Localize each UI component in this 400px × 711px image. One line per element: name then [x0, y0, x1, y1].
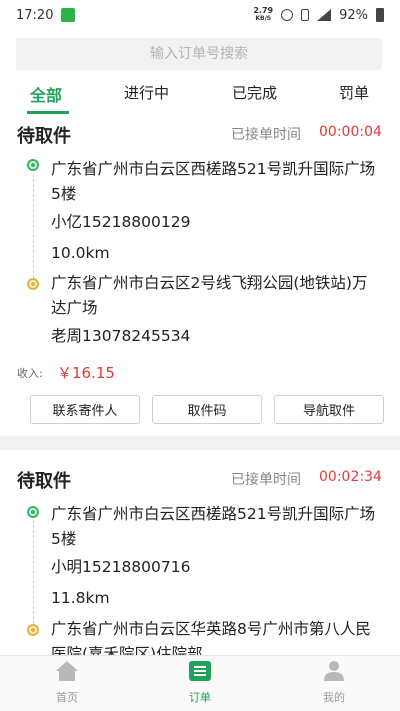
accepted-time: 00:00:04	[319, 124, 382, 140]
order-card[interactable]: 待取件 已接单时间 00:02:34 广东省广州市白云区西槎路521号凯升国际广…	[0, 450, 400, 655]
pickup-address: 广东省广州市白云区西槎路521号凯升国际广场5楼	[51, 505, 376, 548]
distance: 11.8km	[51, 589, 110, 607]
signal-icon	[317, 9, 332, 21]
order-tabs: 全部 进行中 已完成 罚单	[0, 76, 400, 116]
nav-home[interactable]: 首页	[37, 660, 97, 705]
income-label: 收入:	[17, 367, 43, 380]
dropoff-address: 广东省广州市白云区华英路8号广州市第八人民医院(嘉禾院区)住院部	[51, 620, 371, 655]
order-status: 待取件	[17, 471, 71, 492]
dropoff-contact: 老周13078245534	[51, 327, 191, 345]
battery-percent: 92%	[339, 7, 368, 23]
status-right: 2.79 KB/S 92%	[253, 7, 384, 23]
pickup-dot-icon	[27, 506, 39, 518]
net-speed-value: 2.79	[253, 6, 274, 15]
tab-in-progress[interactable]: 进行中	[124, 82, 169, 103]
order-icon	[189, 661, 211, 681]
pickup-address: 广东省广州市白云区西槎路521号凯升国际广场5楼	[51, 160, 376, 203]
nav-profile[interactable]: 我的	[304, 660, 364, 705]
tab-active-indicator	[27, 111, 69, 114]
status-bar: 17:20 2.79 KB/S 92%	[0, 0, 400, 30]
accepted-time: 00:02:34	[319, 469, 382, 485]
order-status: 待取件	[17, 126, 71, 147]
profile-icon	[324, 661, 344, 681]
pickup-contact: 小亿15218800129	[51, 213, 191, 231]
route-line	[33, 520, 34, 624]
contact-sender-button[interactable]: 联系寄件人	[30, 395, 140, 424]
accepted-time-label: 已接单时间	[231, 127, 301, 143]
distance: 10.0km	[51, 244, 110, 262]
route-line	[33, 174, 34, 278]
search-input[interactable]	[16, 38, 382, 70]
dropoff-address: 广东省广州市白云区2号线飞翔公园(地铁站)万达广场	[51, 274, 368, 317]
card-separator	[0, 436, 400, 450]
dropoff-dot-icon	[27, 278, 39, 290]
bottom-nav: 首页 订单 我的	[0, 655, 400, 711]
nav-orders-label: 订单	[189, 691, 211, 704]
dropoff-dot-icon	[27, 624, 39, 636]
net-speed-unit: KB/S	[255, 15, 272, 22]
income-value: ￥16.15	[57, 364, 115, 382]
accepted-time-label: 已接单时间	[231, 472, 301, 488]
pickup-code-button[interactable]: 取件码	[152, 395, 262, 424]
home-icon	[56, 661, 78, 681]
battery-icon	[376, 8, 384, 22]
pickup-dot-icon	[27, 159, 39, 171]
pickup-contact: 小明15218800716	[51, 558, 191, 576]
tab-completed[interactable]: 已完成	[232, 82, 277, 103]
app-notification-icon	[61, 8, 76, 22]
nav-home-label: 首页	[56, 691, 78, 704]
order-card[interactable]: 待取件 已接单时间 00:00:04 广东省广州市白云区西槎路521号凯升国际广…	[0, 118, 400, 434]
vibrate-icon	[301, 9, 310, 21]
status-time: 17:20	[16, 7, 54, 23]
tab-all[interactable]: 全部	[30, 82, 62, 106]
tab-penalty[interactable]: 罚单	[339, 82, 369, 103]
nav-profile-label: 我的	[323, 691, 345, 704]
nav-orders[interactable]: 订单	[170, 660, 230, 705]
net-speed: 2.79 KB/S	[253, 7, 273, 23]
navigate-pickup-button[interactable]: 导航取件	[274, 395, 384, 424]
alarm-icon	[281, 9, 294, 21]
